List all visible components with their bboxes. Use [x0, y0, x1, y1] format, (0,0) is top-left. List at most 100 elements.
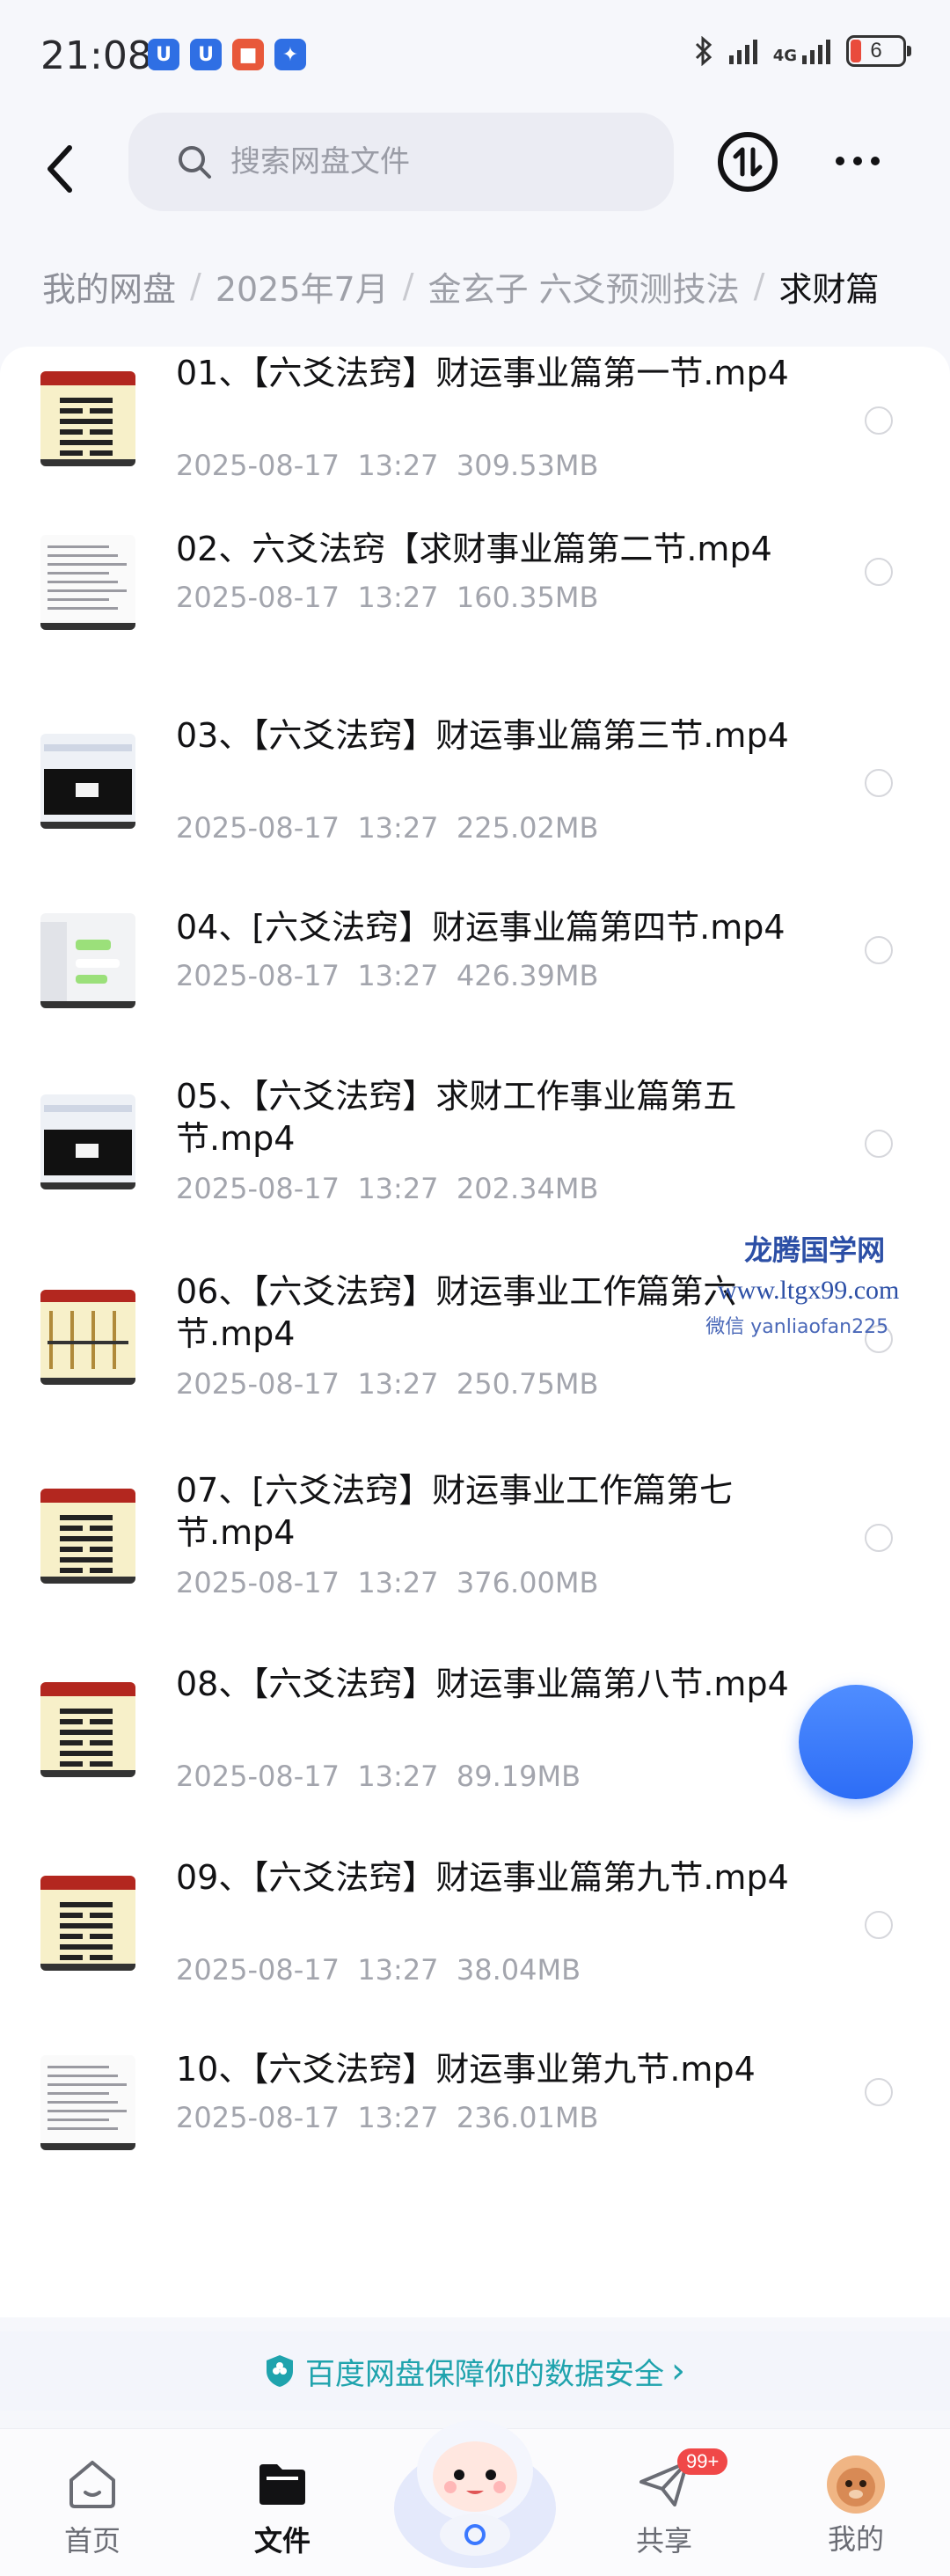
watermark-title: 龙腾国学网	[744, 1233, 886, 1267]
shield-app-icon: U	[190, 39, 222, 70]
file-size: 160.35MB	[456, 581, 599, 614]
select-checkbox[interactable]	[865, 936, 893, 964]
home-icon	[69, 2461, 115, 2508]
file-date: 2025-08-17	[176, 959, 340, 992]
file-row[interactable]: 02、六爻法窍【求财事业篇第二节.mp4 2025-08-17 13:27 160…	[0, 523, 950, 723]
bottom-nav: 首页 文件 99+ 共享 我的	[0, 2420, 950, 2576]
sort-arrows-icon	[733, 147, 763, 177]
video-thumbnail	[40, 734, 135, 829]
dot-icon	[871, 157, 880, 165]
video-thumbnail	[40, 2055, 135, 2150]
breadcrumb-item-current: 求财篇	[778, 269, 880, 309]
nav-share[interactable]: 99+ 共享	[598, 2448, 730, 2559]
security-banner-text: 百度网盘保障你的数据安全	[305, 2356, 664, 2392]
watermark: 龙腾国学网 www.ltgx99.com 微信 yanliaofan225	[705, 1228, 899, 1339]
bulb-app-icon: ✦	[274, 39, 306, 70]
nav-share-label: 共享	[635, 2524, 692, 2558]
chevron-left-icon	[48, 145, 72, 193]
file-row[interactable]: 10、【六爻法窍】财运事业第九节.mp4 2025-08-17 13:27 236…	[0, 2043, 950, 2243]
battery-icon: 6	[846, 35, 911, 67]
more-options-button[interactable]	[827, 139, 888, 183]
file-time: 13:27	[357, 1953, 439, 1987]
back-button[interactable]	[33, 134, 86, 204]
file-date: 2025-08-17	[176, 1760, 340, 1793]
file-size: 202.34MB	[456, 1172, 599, 1205]
search-box[interactable]	[128, 113, 674, 211]
file-meta: 2025-08-17 13:27 309.53MB	[176, 449, 598, 482]
breadcrumb-separator: /	[753, 267, 765, 305]
watermark-wechat: 微信 yanliaofan225	[705, 1316, 889, 1338]
video-thumbnail	[40, 1489, 135, 1584]
nav-files[interactable]: 文件	[216, 2455, 348, 2559]
file-meta: 2025-08-17 13:27 160.35MB	[176, 581, 598, 614]
watermark-url: www.ltgx99.com	[718, 1276, 900, 1305]
file-name: 04、[六爻法窍】财运事业篇第四节.mp4	[176, 908, 786, 947]
shield-icon	[267, 2355, 293, 2387]
file-date: 2025-08-17	[176, 1566, 340, 1599]
file-time: 13:27	[357, 811, 439, 845]
file-size: 89.19MB	[456, 1760, 581, 1793]
status-app-icons: U U ■ ✦	[148, 39, 306, 70]
file-size: 250.75MB	[456, 1367, 599, 1401]
video-thumbnail	[40, 371, 135, 466]
dot-icon	[836, 157, 844, 165]
sort-button[interactable]	[718, 132, 778, 192]
folder-icon	[259, 2464, 305, 2505]
breadcrumb-item-root[interactable]: 我的网盘	[0, 262, 176, 311]
select-checkbox[interactable]	[865, 558, 893, 586]
search-input[interactable]	[230, 144, 653, 179]
file-date: 2025-08-17	[176, 1172, 340, 1205]
file-row[interactable]: 03、【六爻法窍】财运事业篇第三节.mp4 2025-08-17 13:27 22…	[0, 709, 950, 910]
breadcrumb-item-month[interactable]: 2025年7月	[216, 262, 389, 311]
bluetooth-icon	[695, 36, 712, 66]
file-date: 2025-08-17	[176, 1367, 340, 1401]
file-row[interactable]: 01、【六爻法窍】财运事业篇第一节.mp4 2025-08-17 13:27 30…	[0, 347, 950, 547]
mascot-icon[interactable]	[384, 2403, 566, 2570]
nav-me-label: 我的	[827, 2522, 884, 2556]
file-date: 2025-08-17	[176, 449, 340, 482]
chevron-right-icon: ›	[671, 2351, 685, 2391]
file-name: 02、六爻法窍【求财事业篇第二节.mp4	[176, 530, 772, 568]
breadcrumb-item-course[interactable]: 金玄子 六爻预测技法	[428, 262, 740, 311]
file-size: 225.02MB	[456, 811, 599, 845]
file-time: 13:27	[357, 1566, 439, 1599]
video-thumbnail	[40, 535, 135, 630]
file-meta: 2025-08-17 13:27 89.19MB	[176, 1760, 581, 1793]
select-checkbox[interactable]	[865, 1130, 893, 1158]
select-checkbox[interactable]	[865, 1524, 893, 1552]
file-row[interactable]: 07、[六爻法窍】财运事业工作篇第七节.mp4 2025-08-17 13:27 …	[0, 1464, 950, 1665]
nav-home[interactable]: 首页	[26, 2455, 158, 2559]
security-banner[interactable]: 百度网盘保障你的数据安全 ›	[0, 2331, 950, 2411]
file-size: 376.00MB	[456, 1566, 599, 1599]
select-checkbox[interactable]	[865, 2078, 893, 2106]
upload-fab-button[interactable]	[799, 1685, 913, 1799]
video-thumbnail	[40, 913, 135, 1008]
network-type: 4G	[772, 47, 797, 65]
nav-files-label: 文件	[253, 2524, 311, 2558]
status-bar: 21:08 U U ■ ✦ 4G 6	[0, 0, 950, 113]
file-date: 2025-08-17	[176, 581, 340, 614]
file-row[interactable]: 09、【六爻法窍】财运事业篇第九节.mp4 2025-08-17 13:27 38…	[0, 1851, 950, 2052]
select-checkbox[interactable]	[865, 406, 893, 435]
file-time: 13:27	[357, 581, 439, 614]
breadcrumb: 我的网盘 / 2025年7月 / 金玄子 六爻预测技法 / 求财篇	[0, 246, 950, 326]
share-badge: 99+	[677, 2448, 728, 2475]
search-icon	[179, 146, 211, 179]
file-time: 13:27	[357, 959, 439, 992]
file-meta: 2025-08-17 13:27 250.75MB	[176, 1367, 598, 1401]
select-checkbox[interactable]	[865, 769, 893, 797]
file-name: 07、[六爻法窍】财运事业工作篇第七节.mp4	[176, 1471, 734, 1552]
signal-icon	[728, 38, 757, 64]
video-thumbnail	[40, 1290, 135, 1385]
file-meta: 2025-08-17 13:27 38.04MB	[176, 1953, 581, 1987]
file-meta: 2025-08-17 13:27 236.01MB	[176, 2101, 598, 2134]
network-indicator: 4G	[773, 38, 830, 64]
video-thumbnail	[40, 1682, 135, 1777]
nav-me[interactable]: 我的	[790, 2455, 922, 2558]
nav-home-label: 首页	[63, 2524, 121, 2558]
select-checkbox[interactable]	[865, 1911, 893, 1939]
file-meta: 2025-08-17 13:27 225.02MB	[176, 811, 598, 845]
file-time: 13:27	[357, 1760, 439, 1793]
file-size: 236.01MB	[456, 2101, 599, 2134]
file-name: 10、【六爻法窍】财运事业第九节.mp4	[176, 2050, 756, 2089]
